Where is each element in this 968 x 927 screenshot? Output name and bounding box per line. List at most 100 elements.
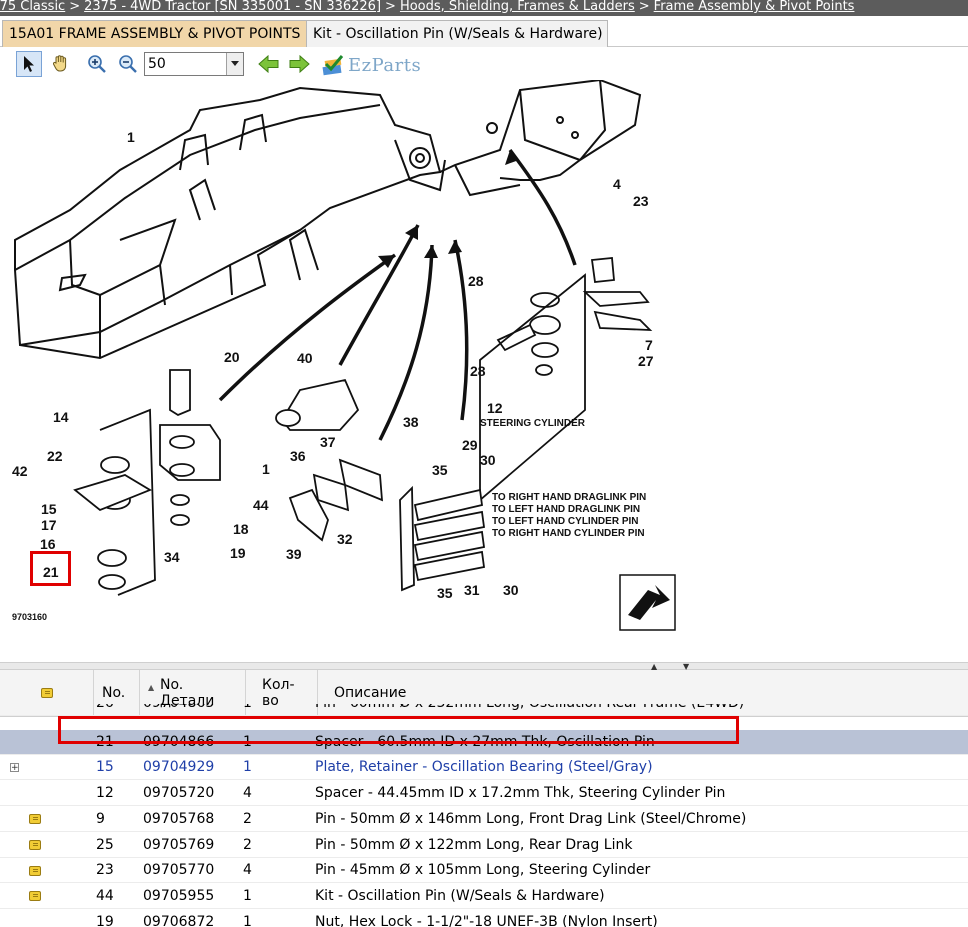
row-part-number: 09705770: [143, 862, 215, 879]
splitter-down-icon[interactable]: ▼: [683, 663, 689, 671]
table-row[interactable]: 21 09704866 1 Spacer - 60.5mm ID x 27mm Thk…: [0, 729, 968, 755]
callout-22[interactable]: 22: [47, 448, 63, 464]
breadcrumb-tractor[interactable]: 2375 - 4WD Tractor [SN 335001 - SN 33622…: [84, 0, 381, 14]
zoom-in-button[interactable]: [84, 51, 110, 77]
viewer-toolbar: EzParts: [0, 47, 968, 80]
row-number: 44: [96, 887, 114, 904]
row-quantity: 4: [243, 785, 252, 802]
pointer-tool-button[interactable]: [16, 51, 42, 77]
table-row[interactable]: 12 09705720 4 Spacer - 44.45mm ID x 17.2mm …: [0, 781, 968, 807]
callout-17[interactable]: 17: [41, 517, 57, 533]
pointer-icon: [24, 56, 34, 72]
callout-1[interactable]: 1: [127, 129, 135, 145]
breadcrumb-separator: >: [385, 0, 396, 14]
right-cylinder-pin-label: TO RIGHT HAND CYLINDER PIN: [492, 528, 645, 539]
callout-4[interactable]: 4: [613, 176, 621, 192]
callout-1b[interactable]: 1: [262, 461, 270, 477]
callout-29[interactable]: 29: [462, 437, 478, 453]
header-part-label-1: No.: [160, 677, 184, 693]
callout-38[interactable]: 38: [403, 414, 419, 430]
callout-21[interactable]: 21: [43, 564, 59, 580]
row-number: 25: [96, 836, 114, 853]
row-icon-cell: [0, 807, 94, 832]
callout-42[interactable]: 42: [12, 463, 28, 479]
row-icon-cell: [0, 884, 94, 909]
callout-27[interactable]: 27: [638, 353, 654, 369]
callout-40[interactable]: 40: [297, 350, 313, 366]
row-quantity: 1: [243, 913, 252, 927]
callout-12[interactable]: 12: [487, 400, 503, 416]
callout-20[interactable]: 20: [224, 349, 240, 365]
parts-diagram[interactable]: 1 4 23 28 7 27 28 12 20 40 14 22 42 15 1…: [0, 80, 968, 662]
previous-button[interactable]: [256, 51, 282, 77]
callout-30b[interactable]: 30: [503, 582, 519, 598]
row-part-number: 09705955: [143, 887, 215, 904]
table-row[interactable]: 25 09705769 2 Pin - 50mm Ø x 122mm Long, Re…: [0, 833, 968, 858]
row-icon-cell: [0, 781, 94, 806]
callout-34[interactable]: 34: [164, 549, 180, 565]
breadcrumb-model-series[interactable]: '75 Classic: [0, 0, 65, 14]
zoom-level-input[interactable]: [148, 54, 224, 74]
breadcrumb-category[interactable]: Hoods, Shielding, Frames & Ladders: [400, 0, 635, 14]
row-icon-cell: +: [0, 755, 94, 780]
callout-44[interactable]: 44: [253, 497, 269, 513]
callout-37[interactable]: 37: [320, 434, 336, 450]
zoom-dropdown-button[interactable]: [226, 53, 243, 75]
callout-39[interactable]: 39: [286, 546, 302, 562]
row-quantity: 2: [243, 836, 252, 853]
callout-19[interactable]: 19: [230, 545, 246, 561]
note-icon[interactable]: [29, 814, 41, 825]
parts-table: No. ▲ No. Детали Кол- во Описание 260970…: [0, 670, 968, 927]
row-quantity: 2: [243, 810, 252, 827]
table-row[interactable]: 9 09705768 2 Pin - 50mm Ø x 146mm Long, Fro…: [0, 807, 968, 832]
tab-frame-assembly[interactable]: 15A01 FRAME ASSEMBLY & PIVOT POINTS: [2, 20, 312, 47]
row-number: 23: [96, 862, 114, 879]
callout-36[interactable]: 36: [290, 448, 306, 464]
back-arrow-icon: [258, 55, 279, 73]
row-description: Plate, Retainer - Oscillation Bearing (S…: [315, 759, 653, 776]
callout-15[interactable]: 15: [41, 501, 57, 517]
callout-18[interactable]: 18: [233, 521, 249, 537]
header-qty-label-1: Кол-: [262, 677, 295, 693]
callout-7[interactable]: 7: [645, 337, 653, 353]
row-description: Spacer - 44.45mm ID x 17.2mm Thk, Steeri…: [315, 785, 726, 802]
callout-32[interactable]: 32: [337, 531, 353, 547]
ezparts-logo-icon: [322, 55, 344, 76]
zoom-level-select[interactable]: [144, 52, 244, 76]
row-number: 21: [96, 733, 114, 750]
row-quantity: 1: [243, 733, 252, 750]
note-icon[interactable]: [29, 865, 41, 876]
callout-35[interactable]: 35: [432, 462, 448, 478]
breadcrumb-separator: >: [638, 0, 650, 14]
pane-splitter[interactable]: ▲ ▼: [0, 662, 968, 671]
tab-oscillation-pin-kit[interactable]: Kit - Oscillation Pin (W/Seals & Hardwar…: [306, 20, 608, 47]
splitter-up-icon[interactable]: ▲: [651, 663, 657, 671]
row-icon-cell: [0, 858, 94, 883]
callout-28b[interactable]: 28: [470, 363, 486, 379]
callout-35b[interactable]: 35: [437, 585, 453, 601]
expand-icon[interactable]: +: [10, 763, 19, 773]
callout-23[interactable]: 23: [633, 193, 649, 209]
zoom-out-icon: [119, 55, 137, 73]
breadcrumb-current[interactable]: Frame Assembly & Pivot Points: [654, 0, 855, 14]
table-row[interactable]: 19 09706872 1 Nut, Hex Lock - 1-1/2"-18 UNE…: [0, 910, 968, 927]
callout-16[interactable]: 16: [40, 536, 56, 552]
table-row[interactable]: 23 09705770 4 Pin - 45mm Ø x 105mm Long, St…: [0, 858, 968, 884]
callout-28[interactable]: 28: [468, 273, 484, 289]
row-quantity: 1: [243, 887, 252, 904]
callout-14[interactable]: 14: [53, 409, 69, 425]
row-description: Pin - 50mm Ø x 146mm Long, Front Drag Li…: [315, 810, 747, 827]
zoom-out-button[interactable]: [115, 51, 141, 77]
row-part-number: 09705768: [143, 810, 215, 827]
row-icon-cell: [0, 833, 94, 858]
callout-30[interactable]: 30: [480, 452, 496, 468]
table-row[interactable]: +15 09704929 1 Plate, Retainer - Oscillatio…: [0, 755, 968, 781]
callout-31[interactable]: 31: [464, 582, 480, 598]
table-row[interactable]: 44 09705955 1 Kit - Oscillation Pin (W/Seal…: [0, 884, 968, 909]
note-icon[interactable]: [29, 840, 41, 850]
next-button[interactable]: [286, 51, 312, 77]
tab-bar: 15A01 FRAME ASSEMBLY & PIVOT POINTS Kit …: [0, 16, 968, 47]
pan-tool-button[interactable]: [48, 51, 74, 77]
note-icon[interactable]: [29, 891, 41, 902]
row-part-number: 09705769: [143, 836, 215, 853]
